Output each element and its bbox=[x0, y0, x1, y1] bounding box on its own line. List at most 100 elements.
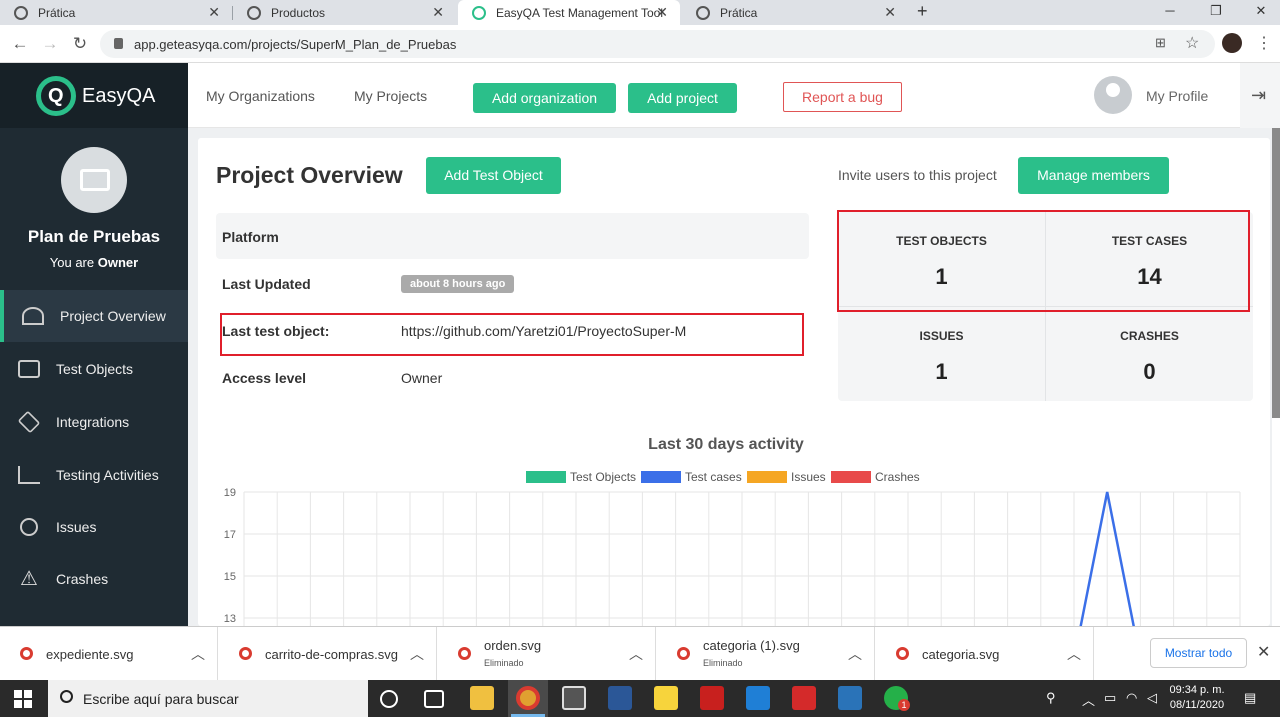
legend-item[interactable]: Test cases bbox=[641, 470, 742, 484]
download-item[interactable]: carrito-de-compras.svg ︿ bbox=[219, 627, 437, 681]
star-icon[interactable]: ☆ bbox=[1185, 33, 1199, 53]
close-icon[interactable]: ✕ bbox=[884, 4, 896, 21]
logout-icon: ⇥ bbox=[1251, 85, 1267, 105]
stat-value: 1 bbox=[935, 359, 948, 384]
scrollbar[interactable] bbox=[1272, 128, 1280, 418]
close-icon[interactable]: ✕ bbox=[1257, 642, 1270, 662]
report-bug-button[interactable]: Report a bug bbox=[783, 82, 902, 112]
browser-tab[interactable]: Productos ✕ bbox=[233, 0, 456, 25]
show-all-downloads-button[interactable]: Mostrar todo bbox=[1150, 638, 1247, 668]
photos-icon[interactable] bbox=[838, 686, 862, 710]
folder-icon bbox=[18, 360, 40, 378]
highlight-box bbox=[837, 210, 1250, 312]
close-icon[interactable]: ✕ bbox=[432, 4, 444, 21]
legend-item[interactable]: Test Objects bbox=[526, 470, 636, 484]
download-item[interactable]: orden.svg Eliminado ︿ bbox=[438, 627, 656, 681]
sidebar-item-issues[interactable]: Issues bbox=[0, 501, 188, 553]
sidebar-item-test-objects[interactable]: Test Objects bbox=[0, 343, 188, 395]
taskbar-search[interactable]: Escribe aquí para buscar bbox=[48, 680, 368, 717]
legend-swatch bbox=[747, 471, 787, 483]
sidebar-item-crashes[interactable]: ⚠ Crashes bbox=[0, 553, 188, 605]
legend-swatch bbox=[831, 471, 871, 483]
chevron-up-icon[interactable]: ︿ bbox=[191, 644, 205, 664]
sidebar-item-label: Test Objects bbox=[56, 361, 134, 377]
chrome-icon bbox=[20, 647, 33, 660]
url-text[interactable]: app.geteasyqa.com/projects/SuperM_Plan_d… bbox=[134, 37, 456, 52]
wifi-icon[interactable]: ◠ bbox=[1126, 690, 1137, 706]
download-status: Eliminado bbox=[484, 658, 524, 668]
word-icon[interactable] bbox=[608, 686, 632, 710]
sidebar-item-project-overview[interactable]: Project Overview bbox=[0, 290, 188, 342]
task-view-icon[interactable] bbox=[424, 690, 444, 708]
chevron-up-icon[interactable]: ︿ bbox=[1067, 644, 1081, 664]
stat-crashes[interactable]: CRASHES 0 bbox=[1046, 307, 1253, 401]
nav-my-projects[interactable]: My Projects bbox=[354, 88, 427, 104]
back-icon[interactable]: ← bbox=[10, 34, 30, 54]
manage-members-button[interactable]: Manage members bbox=[1018, 157, 1169, 194]
add-project-button[interactable]: Add project bbox=[628, 83, 737, 113]
legend-swatch bbox=[526, 471, 566, 483]
chrome-icon[interactable] bbox=[516, 686, 540, 710]
chevron-up-icon[interactable]: ︿ bbox=[410, 644, 424, 664]
stat-issues[interactable]: ISSUES 1 bbox=[838, 307, 1045, 401]
logo[interactable]: Q EasyQA bbox=[0, 63, 188, 128]
browser-profile-avatar[interactable] bbox=[1222, 33, 1242, 53]
notification-badge: 1 bbox=[898, 699, 910, 711]
file-explorer-icon[interactable] bbox=[470, 686, 494, 710]
download-item[interactable]: categoria (1).svg Eliminado ︿ bbox=[657, 627, 875, 681]
windows-start-icon[interactable] bbox=[14, 690, 32, 708]
browser-tab-strip: Prática ✕ Productos ✕ EasyQA Test Manage… bbox=[0, 0, 1280, 25]
sidebar-item-testing-activities[interactable]: Testing Activities bbox=[0, 449, 188, 501]
platform-label: Platform bbox=[222, 229, 279, 245]
volume-icon[interactable]: ◁ bbox=[1147, 690, 1157, 706]
store-icon[interactable] bbox=[562, 686, 586, 710]
vscode-icon[interactable] bbox=[746, 686, 770, 710]
chevron-up-icon[interactable]: ︿ bbox=[629, 644, 643, 664]
project-role: You are Owner bbox=[0, 255, 188, 270]
chevron-up-icon[interactable]: ︿ bbox=[1082, 690, 1095, 709]
translate-icon[interactable]: ⊞ bbox=[1155, 35, 1166, 51]
folder-icon bbox=[80, 169, 110, 191]
browser-tab[interactable]: Prática ✕ bbox=[0, 0, 232, 25]
menu-icon[interactable]: ⋮ bbox=[1256, 33, 1272, 53]
cortana-icon[interactable] bbox=[380, 690, 398, 708]
network-icon[interactable]: ▭ bbox=[1104, 690, 1116, 706]
address-bar[interactable]: app.geteasyqa.com/projects/SuperM_Plan_d… bbox=[100, 30, 1215, 58]
download-name: categoria (1).svg bbox=[703, 638, 800, 653]
browser-tab[interactable]: Prática ✕ bbox=[682, 0, 908, 25]
y-tick-label: 19 bbox=[224, 487, 236, 499]
legend-item[interactable]: Issues bbox=[747, 470, 826, 484]
reload-icon[interactable]: ↻ bbox=[70, 34, 90, 54]
taskbar-clock[interactable]: 09:34 p. m. 08/11/2020 bbox=[1166, 683, 1228, 713]
browser-tab-active[interactable]: EasyQA Test Management Tool ✕ bbox=[458, 0, 680, 25]
new-tab-button[interactable]: + bbox=[917, 1, 928, 22]
logout-button[interactable]: ⇥ bbox=[1240, 63, 1280, 128]
people-icon[interactable]: ⚲ bbox=[1046, 690, 1056, 706]
download-item[interactable]: expediente.svg ︿ bbox=[0, 627, 218, 681]
download-name: categoria.svg bbox=[922, 647, 1000, 662]
download-item[interactable]: categoria.svg ︿ bbox=[876, 627, 1094, 681]
chevron-up-icon[interactable]: ︿ bbox=[848, 644, 862, 664]
notifications-icon[interactable]: ▤ bbox=[1244, 690, 1256, 706]
profile-avatar[interactable] bbox=[1094, 76, 1132, 114]
add-test-object-button[interactable]: Add Test Object bbox=[426, 157, 561, 194]
legend-item[interactable]: Crashes bbox=[831, 470, 920, 484]
acrobat-icon[interactable] bbox=[700, 686, 724, 710]
sticky-notes-icon[interactable] bbox=[654, 686, 678, 710]
highlight-box bbox=[220, 313, 804, 356]
layers-icon bbox=[17, 410, 41, 434]
forward-icon[interactable]: → bbox=[40, 34, 60, 54]
restore-icon[interactable]: ❐ bbox=[1206, 3, 1226, 19]
add-organization-button[interactable]: Add organization bbox=[473, 83, 616, 113]
nav-my-organizations[interactable]: My Organizations bbox=[206, 88, 315, 104]
platform-row bbox=[216, 213, 809, 259]
stat-label: CRASHES bbox=[1120, 329, 1179, 343]
minimize-icon[interactable]: ─ bbox=[1160, 3, 1180, 18]
close-icon[interactable]: ✕ bbox=[208, 4, 220, 21]
close-icon[interactable]: ✕ bbox=[656, 4, 668, 21]
app-icon[interactable] bbox=[792, 686, 816, 710]
window-close-icon[interactable]: ✕ bbox=[1251, 3, 1271, 19]
easyqa-favicon-icon bbox=[472, 5, 486, 20]
last-updated-label: Last Updated bbox=[222, 276, 311, 292]
my-profile-link[interactable]: My Profile bbox=[1146, 88, 1208, 104]
